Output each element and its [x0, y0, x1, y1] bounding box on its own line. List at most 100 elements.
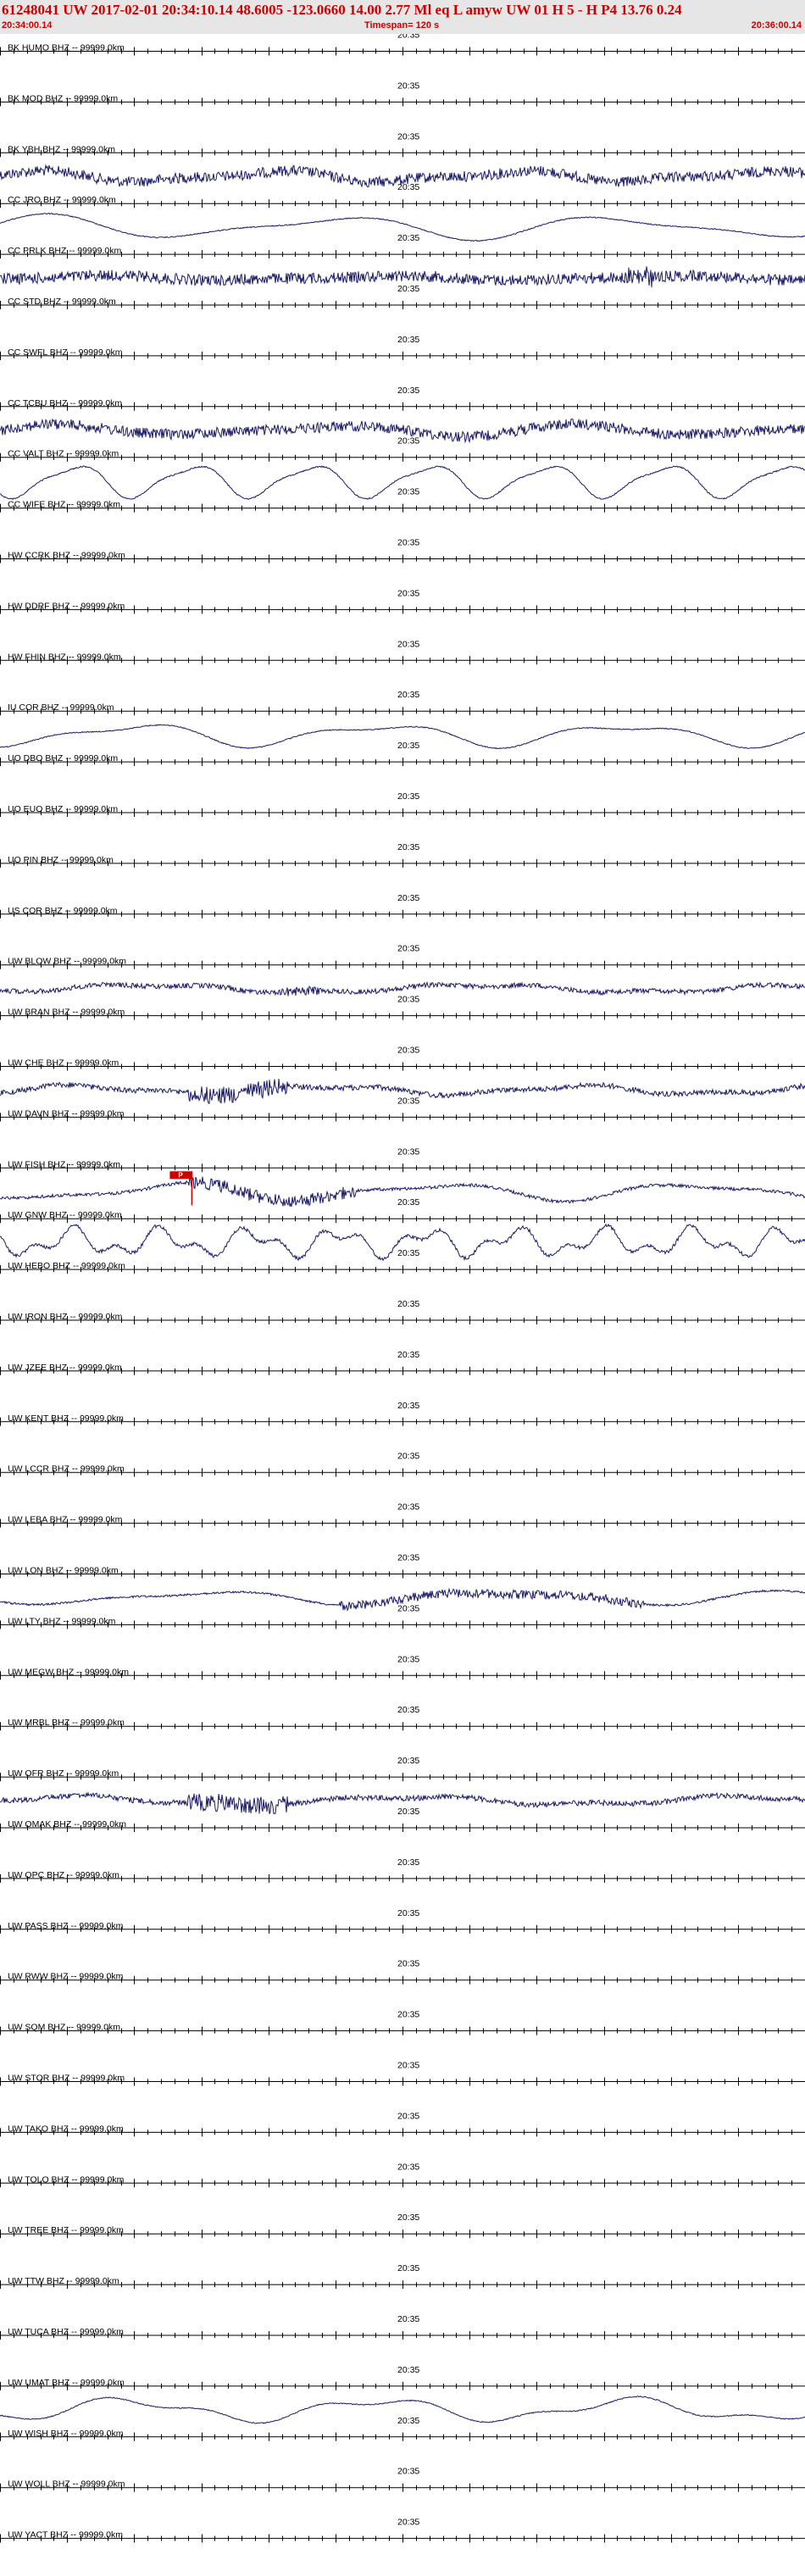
channel-label: UW TREE BHZ -- 99999.0km: [8, 2225, 124, 2235]
channel-label: UW SQM BHZ -- 99999.0km: [8, 2023, 120, 2033]
channel-row: 20:35 US COR BHZ -- 99999.0km: [0, 893, 805, 919]
minute-marker-label: 20:35: [397, 1046, 419, 1056]
channel-label: UW HEBO BHZ -- 99999.0km: [8, 1261, 125, 1271]
channel-label: IU COR BHZ -- 99999.0km: [8, 702, 114, 713]
phase-pick-label: P: [178, 1171, 183, 1179]
minute-marker-label: 20:35: [397, 588, 419, 598]
channel-row: 20:35 BK YBH BHZ -- 99999.0km: [0, 131, 805, 188]
channel-row: 20:35 UW CHE BHZ -- 99999.0km: [0, 1046, 805, 1105]
minute-marker-label: 20:35: [397, 2212, 419, 2223]
channel-row: 20:35 UW BLOW BHZ -- 99999.0km: [0, 944, 805, 997]
channel-label: CC STD BHZ -- 99999.0km: [8, 297, 116, 307]
channel-label: UO EUO BHZ -- 99999.0km: [8, 804, 118, 814]
minute-marker-label: 20:35: [397, 639, 419, 649]
minute-marker-label: 20:35: [397, 233, 419, 243]
channel-label: US COR BHZ -- 99999.0km: [8, 906, 118, 916]
channel-label: UW RWW BHZ -- 99999.0km: [8, 1972, 124, 1982]
channel-label: UW TOLO BHZ -- 99999.0km: [8, 2174, 125, 2185]
channel-row: 20:35 UW PASS BHZ -- 99999.0km: [0, 1908, 805, 1934]
minute-marker-label: 20:35: [397, 1756, 419, 1766]
channel-row: 20:35 UW SQM BHZ -- 99999.0km: [0, 2010, 805, 2035]
minute-marker-label: 20:35: [397, 386, 419, 396]
minute-marker-label: 20:35: [397, 538, 419, 548]
channel-label: BK YBH BHZ -- 99999.0km: [8, 144, 115, 154]
channel-row: 20:35 UW WOLL BHZ -- 99999.0km: [0, 2467, 805, 2492]
channel-row: 20:35 UW TUCA BHZ -- 99999.0km: [0, 2314, 805, 2340]
minute-marker-label: 20:35: [397, 487, 419, 497]
channel-row: 20:35 UW OPC BHZ -- 99999.0km: [0, 1857, 805, 1883]
channel-row: 20:35 UO PIN BHZ -- 99999.0km: [0, 842, 805, 868]
minute-marker-label: 20:35: [397, 1096, 419, 1106]
minute-marker-label: 20:35: [397, 131, 419, 142]
channel-row: 20:35 UW TTW BHZ -- 99999.0km: [0, 2263, 805, 2290]
channel-row: 20:35 UW DAVN BHZ -- 99999.0km: [0, 1096, 805, 1122]
channel-row: 20:35 UW OFR BHZ -- 99999.0km: [0, 1756, 805, 1814]
channel-row: 20:35 UW RWW BHZ -- 99999.0km: [0, 1959, 805, 1985]
minute-marker-label: 20:35: [397, 791, 419, 802]
channel-row: 20:35 UW KENT BHZ -- 99999.0km: [0, 1401, 805, 1426]
channel-label: UW BRAN BHZ -- 99999.0km: [8, 1008, 125, 1018]
channel-row: 20:35 UW TREE BHZ -- 99999.0km: [0, 2212, 805, 2239]
channel-row: 20:35 CC WIFE BHZ -- 99999.0km: [0, 487, 805, 513]
channel-row: 20:35 UO EUO BHZ -- 99999.0km: [0, 791, 805, 817]
channel-label: BK MOD BHZ -- 99999.0km: [8, 93, 118, 103]
event-title: 61248041 UW 2017-02-01 20:34:10.14 48.60…: [2, 2, 682, 18]
minute-marker-label: 20:35: [397, 1603, 419, 1613]
minute-marker-label: 20:35: [397, 893, 419, 903]
channel-label: CC TCBU BHZ -- 99999.0km: [8, 398, 122, 408]
channel-row: 20:35 HW DDRF BHZ -- 99999.0km: [0, 588, 805, 614]
minute-marker-label: 20:35: [397, 944, 419, 954]
channel-label: UW TAKO BHZ -- 99999.0km: [8, 2124, 124, 2134]
channel-label: UW MRBL BHZ -- 99999.0km: [8, 1718, 125, 1728]
channel-label: UO PIN BHZ -- 99999.0km: [8, 855, 114, 865]
channel-label: UW OMAK BHZ -- 99999.0km: [8, 1819, 126, 1829]
channel-label: CC VALT BHZ -- 99999.0km: [8, 449, 119, 459]
channel-label: UW DAVN BHZ -- 99999.0km: [8, 1108, 125, 1119]
channel-label: UW IRON BHZ -- 99999.0km: [8, 1312, 123, 1322]
minute-marker-label: 20:35: [397, 995, 419, 1005]
channel-label: UW OPC BHZ -- 99999.0km: [8, 1870, 119, 1880]
channel-label: HW DDRF BHZ -- 99999.0km: [8, 601, 125, 611]
channel-row: 20:35 UW LEBA BHZ -- 99999.0km: [0, 1502, 805, 1528]
channel-row: 20:35 UW WISH BHZ -- 99999.0km: [0, 2416, 805, 2441]
channel-label: UW YACT BHZ -- 99999.0km: [8, 2530, 123, 2540]
channel-row: 20:35 UW STOR BHZ -- 99999.0km: [0, 2061, 805, 2086]
minute-marker-label: 20:35: [397, 842, 419, 852]
channel-row: 20:35 UW IRON BHZ -- 99999.0km: [0, 1299, 805, 1324]
channel-label: CC PRLK BHZ -- 99999.0km: [8, 246, 121, 256]
channel-label: UW MEGW BHZ -- 99999.0km: [8, 1667, 129, 1677]
minute-marker-label: 20:35: [397, 2111, 419, 2121]
channel-label: HW CCRK BHZ -- 99999.0km: [8, 551, 125, 561]
channel-label: UO DBO BHZ -- 99999.0km: [8, 753, 118, 763]
channel-label: UW CHE BHZ -- 99999.0km: [8, 1058, 119, 1069]
channel-row: 20:35 BK MOD BHZ -- 99999.0km: [0, 80, 805, 107]
channel-label: UW OFR BHZ -- 99999.0km: [8, 1768, 119, 1779]
minute-marker-label: 20:35: [397, 2467, 419, 2477]
minute-marker-label: 20:35: [397, 1705, 419, 1715]
channel-row: 20:35 UW TAKO BHZ -- 99999.0km: [0, 2111, 805, 2137]
minute-marker-label: 20:35: [397, 335, 419, 345]
channel-label: UW WOLL BHZ -- 99999.0km: [8, 2479, 125, 2490]
channel-row: 20:35 UW LON BHZ -- 99999.0km: [0, 1553, 805, 1612]
minute-marker-label: 20:35: [397, 34, 419, 41]
channel-row: 20:35 CC STD BHZ -- 99999.0km: [0, 284, 805, 309]
minute-marker-label: 20:35: [397, 2162, 419, 2172]
channel-row: 20:35 UW UMAT BHZ -- 99999.0km: [0, 2365, 805, 2424]
minute-marker-label: 20:35: [397, 1959, 419, 1969]
minute-marker-label: 20:35: [397, 1350, 419, 1360]
channel-label: UW TTW BHZ -- 99999.0km: [8, 2276, 119, 2286]
channel-row: 20:35 UO DBO BHZ -- 99999.0km: [0, 741, 805, 767]
channel-row: 20:35 UW MRBL BHZ -- 99999.0km: [0, 1705, 805, 1731]
channel-row: 20:35 CC SWFL BHZ -- 99999.0km: [0, 335, 805, 360]
timespan-label: Timespan= 120 s: [364, 20, 440, 31]
channel-row: 20:35 UW BRAN BHZ -- 99999.0km: [0, 995, 805, 1020]
minute-marker-label: 20:35: [397, 1908, 419, 1918]
minute-marker-label: 20:35: [397, 1146, 419, 1157]
channel-label: CC WIFE BHZ -- 99999.0km: [8, 500, 120, 510]
start-time: 20:34:00.14: [2, 20, 53, 31]
minute-marker-label: 20:35: [397, 690, 419, 700]
channel-label: BK HUMO BHZ -- 99999.0km: [8, 43, 125, 53]
channel-row: 20:35 HW CCRK BHZ -- 99999.0km: [0, 538, 805, 564]
minute-marker-label: 20:35: [397, 80, 419, 91]
seismogram-panel: 20:35 BK HUMO BHZ -- 99999.0km 20:35 BK MOD…: [0, 34, 805, 2543]
